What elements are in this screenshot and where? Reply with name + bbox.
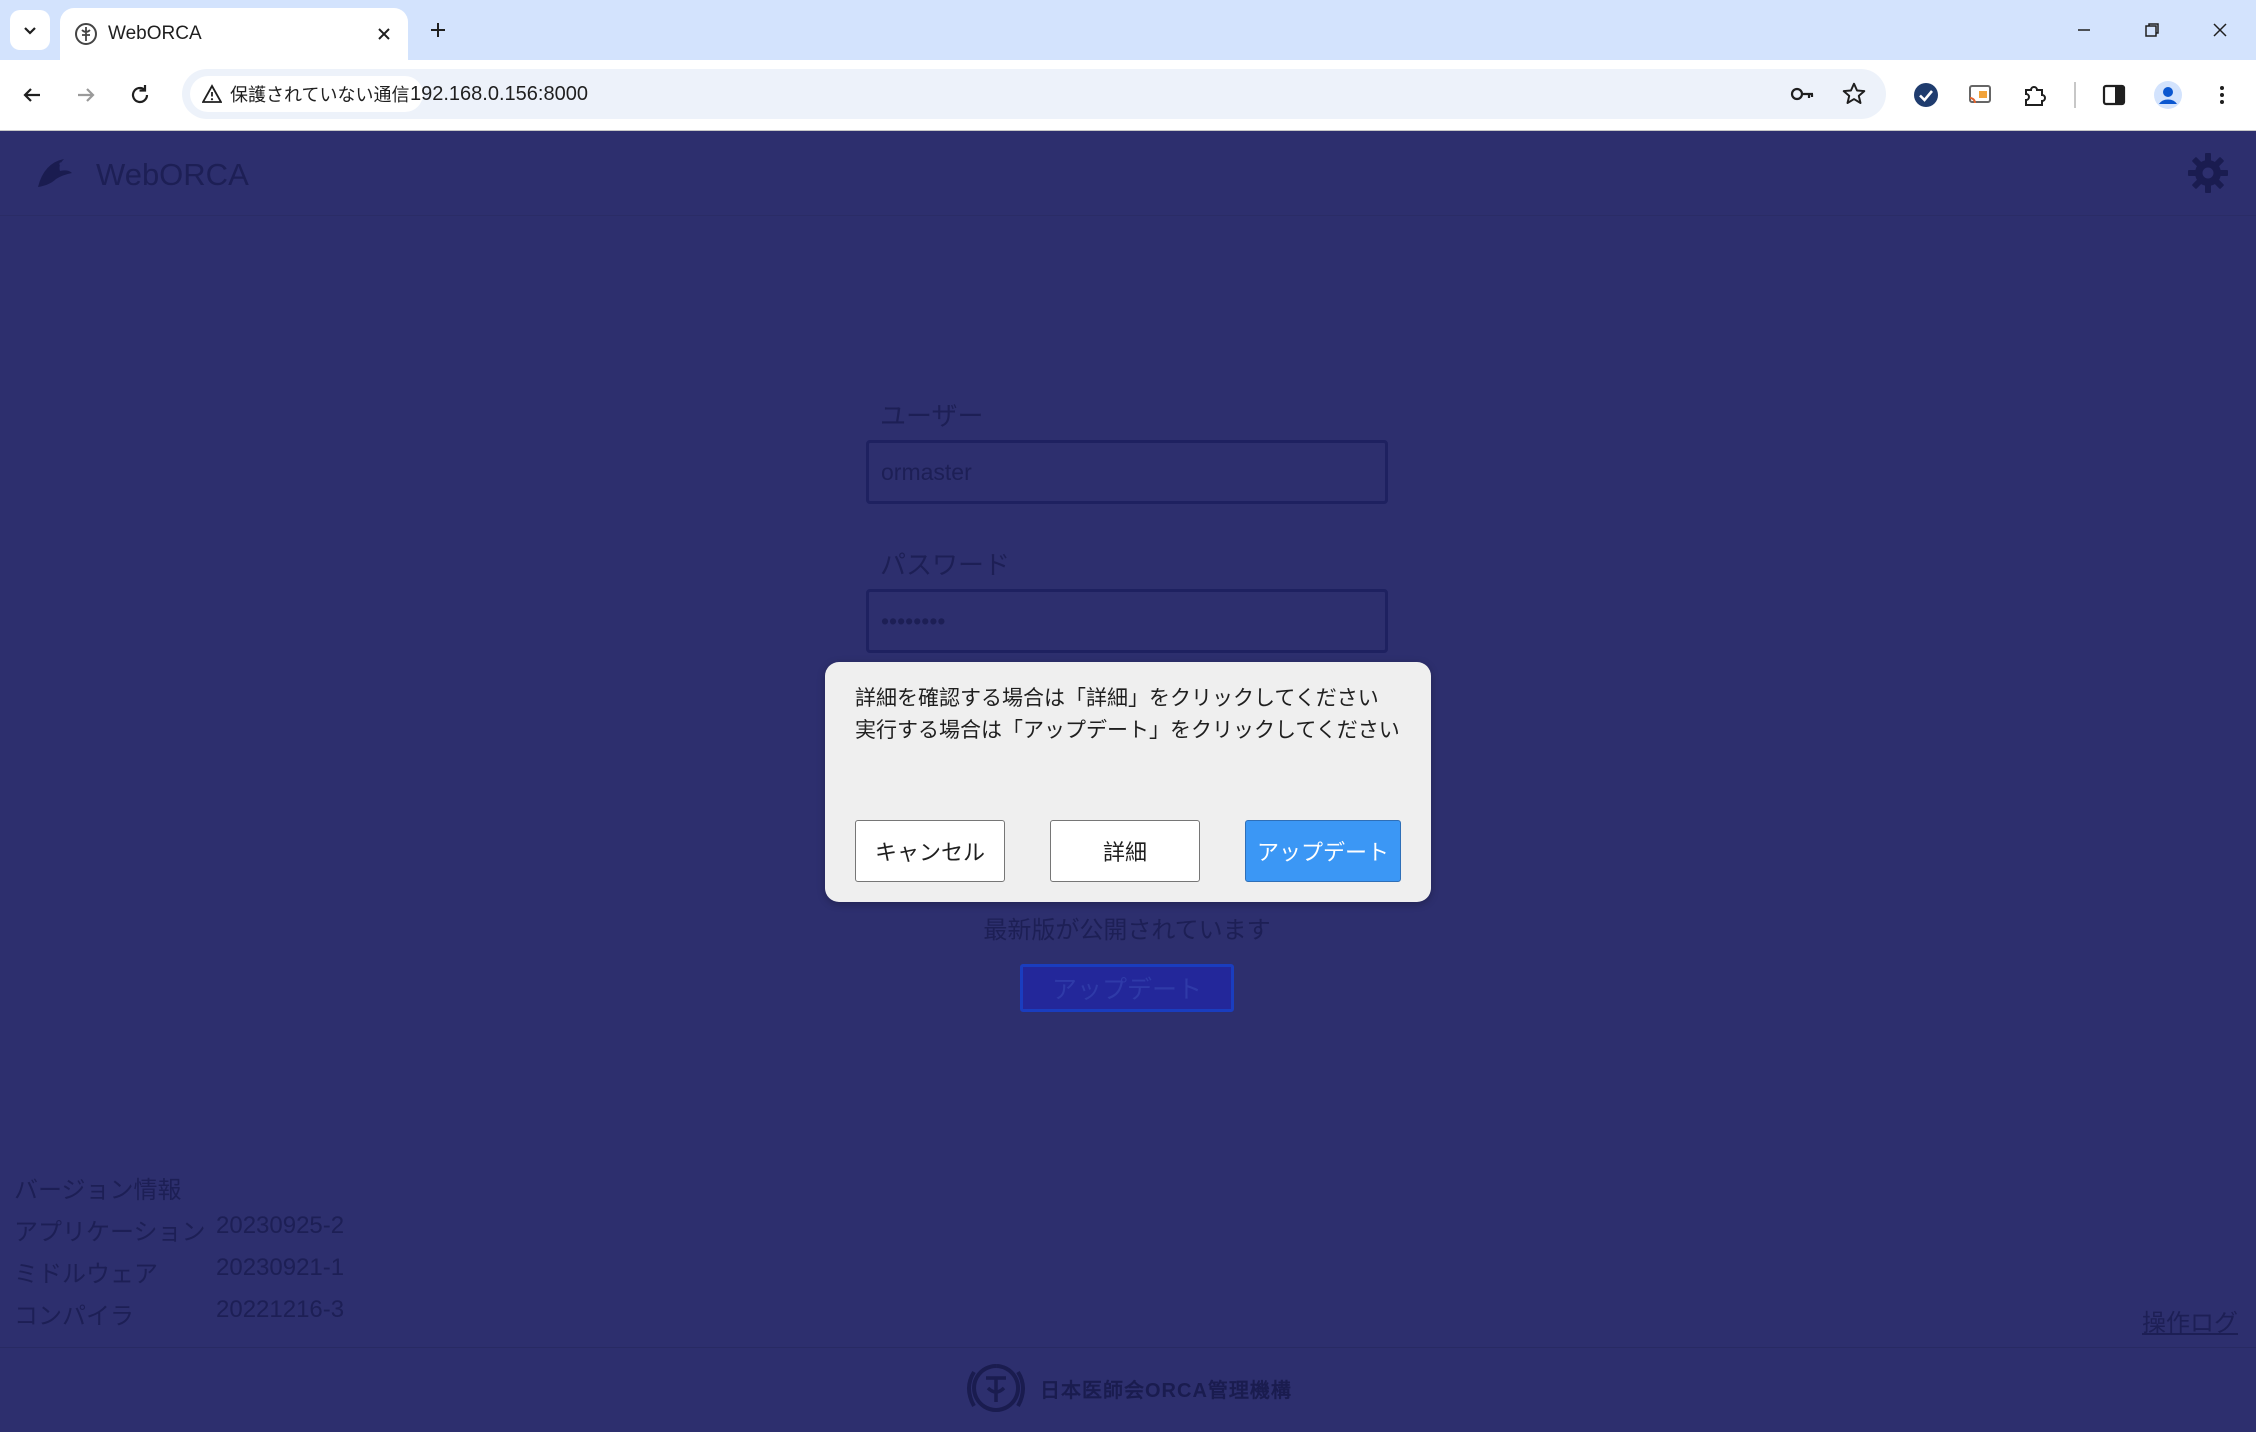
side-panel-icon (2102, 84, 2126, 106)
app-title: WebORCA (96, 157, 249, 192)
password-input[interactable] (866, 589, 1388, 653)
version-value: 20221216-3 (216, 1296, 345, 1323)
update-notice-text: 最新版が公開されています (983, 917, 1271, 944)
user-input[interactable] (866, 440, 1388, 504)
dialog-message-line2: 実行する場合は「アップデート」をクリックしてください (855, 719, 1400, 742)
more-vertical-icon (2220, 86, 2224, 104)
warning-triangle-icon (202, 84, 222, 103)
version-info-title: バージョン情報 (14, 1177, 182, 1204)
check-circle-icon (1914, 83, 1938, 107)
footer-org-name: 日本医師会ORCA管理機構 (1040, 1379, 1292, 1402)
window-restore-button[interactable] (2124, 8, 2180, 52)
chevron-down-icon (24, 27, 36, 35)
footer-org-logo: 日本医師会ORCA管理機構 (960, 1362, 1300, 1414)
dialog-update-button[interactable]: アップデート (1245, 820, 1401, 882)
version-value: 20230921-1 (216, 1254, 345, 1281)
browser-toolbar: 保護されていない通信 192.168.0.156:8000 (0, 60, 2256, 131)
detail-button[interactable]: 詳細 (1050, 820, 1200, 882)
forward-button[interactable] (66, 75, 106, 115)
close-icon (378, 28, 390, 40)
tab-close-button[interactable] (368, 18, 400, 50)
bookmark-button[interactable] (1838, 78, 1870, 110)
security-indicator-chip[interactable]: 保護されていない通信 (190, 76, 424, 112)
orca-favicon-icon (75, 23, 97, 45)
star-icon (1842, 82, 1866, 104)
cast-icon (1969, 85, 1991, 104)
window-close-button[interactable] (2192, 8, 2248, 52)
reload-button[interactable] (120, 75, 160, 115)
update-button[interactable]: アップデート (1020, 964, 1234, 1012)
security-label: 保護されていない通信 (230, 85, 410, 105)
url-text[interactable]: 192.168.0.156:8000 (410, 83, 588, 106)
toolbar-separator (2074, 82, 2076, 108)
tab-title: WebORCA (108, 23, 202, 44)
orca-logo-icon (38, 159, 72, 187)
gear-icon[interactable] (2186, 151, 2230, 195)
new-tab-button[interactable] (420, 12, 456, 48)
plus-icon (431, 23, 445, 37)
update-confirm-dialog: 詳細を確認する場合は「詳細」をクリックしてください 実行する場合は「アップデート… (825, 662, 1431, 902)
puzzle-icon (2025, 86, 2046, 106)
side-panel-button[interactable] (2094, 75, 2134, 115)
cast-button[interactable] (1960, 75, 2000, 115)
orca-seal-icon (967, 1364, 1025, 1412)
password-manager-button[interactable] (1786, 78, 1818, 110)
address-bar[interactable]: 保護されていない通信 192.168.0.156:8000 (182, 69, 1886, 119)
minimize-icon (2078, 29, 2090, 31)
extension-check-button[interactable] (1906, 75, 1946, 115)
restore-icon (2145, 23, 2159, 37)
operation-log-link[interactable]: 操作ログ (2142, 1303, 2238, 1338)
back-button[interactable] (12, 75, 52, 115)
close-icon (2213, 23, 2227, 37)
avatar-icon (2154, 81, 2182, 109)
cancel-button[interactable]: キャンセル (855, 820, 1005, 882)
dialog-message-line1: 詳細を確認する場合は「詳細」をクリックしてください (855, 687, 1379, 710)
version-label: コンパイラ (14, 1303, 134, 1330)
version-value: 20230925-2 (216, 1212, 345, 1239)
tab-search-button[interactable] (10, 10, 50, 50)
footer-divider (0, 1347, 2256, 1348)
app-header: WebORCA (0, 131, 2256, 216)
browser-menu-button[interactable] (2202, 75, 2242, 115)
browser-tab-weborca[interactable]: WebORCA (60, 8, 408, 60)
version-label: アプリケーション (14, 1219, 206, 1246)
window-minimize-button[interactable] (2056, 8, 2112, 52)
arrow-left-icon (23, 88, 40, 102)
profile-button[interactable] (2148, 75, 2188, 115)
extensions-button[interactable] (2014, 75, 2054, 115)
password-label: パスワード (880, 550, 1011, 580)
arrow-right-icon (78, 88, 95, 102)
key-icon (1790, 87, 1814, 101)
user-label: ユーザー (880, 401, 984, 431)
version-label: ミドルウェア (14, 1261, 158, 1288)
reload-icon (131, 85, 149, 104)
browser-tab-bar: WebORCA (0, 0, 2256, 60)
